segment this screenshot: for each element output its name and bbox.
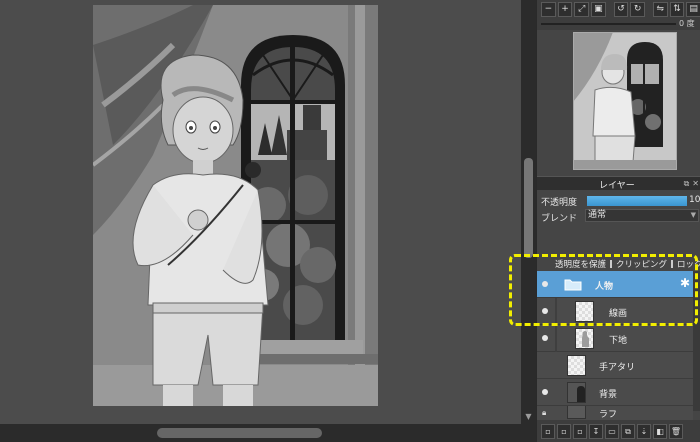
layer-thumbnail <box>575 328 594 349</box>
gear-icon[interactable]: ✱ <box>680 276 690 290</box>
rotation-slider[interactable] <box>541 23 676 25</box>
clear-layer-icon[interactable]: ◧ <box>653 423 667 439</box>
rotate-right-icon[interactable]: ↻ <box>630 1 646 17</box>
navigator-thumbnail <box>573 32 677 170</box>
protect-alpha-checkbox[interactable]: 透明度を保護 <box>555 258 606 270</box>
layer-list: 人物 ✱ 線画 下地 手アタリ 背景 <box>537 271 693 411</box>
visibility-eye-icon[interactable] <box>542 308 548 314</box>
artwork-illustration <box>93 5 378 406</box>
folder-icon[interactable] <box>564 277 582 291</box>
panel-popout-icon[interactable]: ⧉ <box>684 179 690 189</box>
layer-row[interactable]: 線画 <box>537 298 693 325</box>
merge-layer-icon[interactable]: ⇣ <box>637 423 651 439</box>
actual-size-icon[interactable]: ▣ <box>591 1 606 17</box>
flip-horizontal-icon[interactable]: ⇋ <box>652 1 668 17</box>
canvas-vertical-scrollbar[interactable]: ▼ <box>521 0 536 424</box>
canvas-area[interactable] <box>0 0 521 424</box>
folder-indent-bar <box>555 325 557 352</box>
rotation-readout: 0 度 <box>679 19 695 28</box>
layer-row[interactable]: 手アタリ <box>537 352 693 379</box>
layer-thumbnail <box>567 355 586 376</box>
clipping-label: クリッピング <box>616 260 668 270</box>
layer-bottom-toolbar: ▫ ▫ ▫ ↧ ▭ ⧉ ⇣ ◧ 🗑︎ <box>537 420 700 442</box>
scroll-down-arrow-icon[interactable]: ▼ <box>523 411 534 422</box>
layer-name: 背景 <box>599 390 618 400</box>
new-layer-icon[interactable]: ▫ <box>541 423 555 439</box>
layer-name: 人物 <box>595 282 614 292</box>
duplicate-layer-icon[interactable]: ⧉ <box>621 423 635 439</box>
layer-name: 線画 <box>609 309 628 319</box>
opacity-value: 100 % <box>689 195 700 205</box>
layer-options-row: 透明度を保護 クリッピング ロック <box>555 258 700 270</box>
layer-panel-title: レイヤー <box>599 181 635 191</box>
rotate-left-icon[interactable]: ↺ <box>613 1 629 17</box>
lock-label: ロック <box>677 260 700 270</box>
right-panel: − + ⤢ ▣ ↺ ↻ ⇋ ⇅ ▤ 0 度 レイヤー ⧉ ✕ 不透明度 10 ブ… <box>536 0 700 442</box>
flip-vertical-icon[interactable]: ⇅ <box>669 1 685 17</box>
layer-thumbnail <box>575 301 594 322</box>
navigator-toolbar: − + ⤢ ▣ ↺ ↻ ⇋ ⇅ ▤ <box>537 0 700 18</box>
clipping-checkbox[interactable] <box>610 260 613 268</box>
blend-mode-value: 通常 <box>588 210 607 220</box>
layer-list-scrollbar[interactable] <box>693 271 700 411</box>
move-layer-icon[interactable]: ↧ <box>589 423 603 439</box>
fit-icon[interactable]: ⤢ <box>574 1 590 17</box>
visibility-eye-icon[interactable] <box>542 389 548 395</box>
folder-indent-bar <box>555 298 557 325</box>
blend-mode-select[interactable]: 通常 ▼ <box>585 209 699 222</box>
layer-row[interactable]: 下地 <box>537 325 693 352</box>
opacity-slider-fill <box>587 196 687 206</box>
new-layer-1bit-icon[interactable]: ▫ <box>573 423 587 439</box>
canvas-horizontal-scrollbar[interactable] <box>0 424 536 442</box>
protect-alpha-label: 透明度を保護 <box>555 260 607 270</box>
zoom-out-icon[interactable]: − <box>541 1 556 17</box>
new-folder-icon[interactable]: ▭ <box>605 423 619 439</box>
new-layer-8bit-icon[interactable]: ▫ <box>557 423 571 439</box>
opacity-label: 不透明度 <box>541 198 578 208</box>
visibility-eye-icon[interactable] <box>542 335 548 341</box>
chevron-down-icon: ▼ <box>690 211 696 219</box>
visibility-eye-icon[interactable] <box>542 362 548 368</box>
zoom-row: 0 度 <box>537 18 700 30</box>
blend-label: ブレンド <box>541 214 578 224</box>
layer-row[interactable]: 背景 <box>537 379 693 406</box>
layer-thumbnail <box>567 406 586 419</box>
visibility-eye-icon[interactable] <box>542 281 548 287</box>
layer-name: 下地 <box>609 336 628 346</box>
layer-thumbnail <box>567 382 586 403</box>
lock-checkbox[interactable] <box>671 260 674 268</box>
layer-row-folder[interactable]: 人物 ✱ <box>537 271 693 298</box>
navigator-preview[interactable] <box>573 32 677 170</box>
delete-layer-icon[interactable]: 🗑︎ <box>669 423 683 439</box>
layer-name: 手アタリ <box>599 363 636 373</box>
canvas-horizontal-scroll-thumb[interactable] <box>157 428 322 438</box>
layer-name: ラフ <box>599 410 618 420</box>
layer-row-raf[interactable]: 🔒︎ ラフ <box>537 406 693 420</box>
artwork-canvas[interactable] <box>93 5 378 406</box>
opacity-slider[interactable] <box>587 196 687 206</box>
zoom-in-icon[interactable]: + <box>557 1 573 17</box>
layer-panel-header: レイヤー ⧉ ✕ <box>537 176 700 191</box>
canvas-vertical-scroll-thumb[interactable] <box>524 158 533 258</box>
panel-close-icon[interactable]: ✕ <box>692 179 699 189</box>
lock-icon[interactable]: 🔒︎ <box>542 408 546 418</box>
lock-view-icon[interactable]: ▤ <box>686 1 700 17</box>
